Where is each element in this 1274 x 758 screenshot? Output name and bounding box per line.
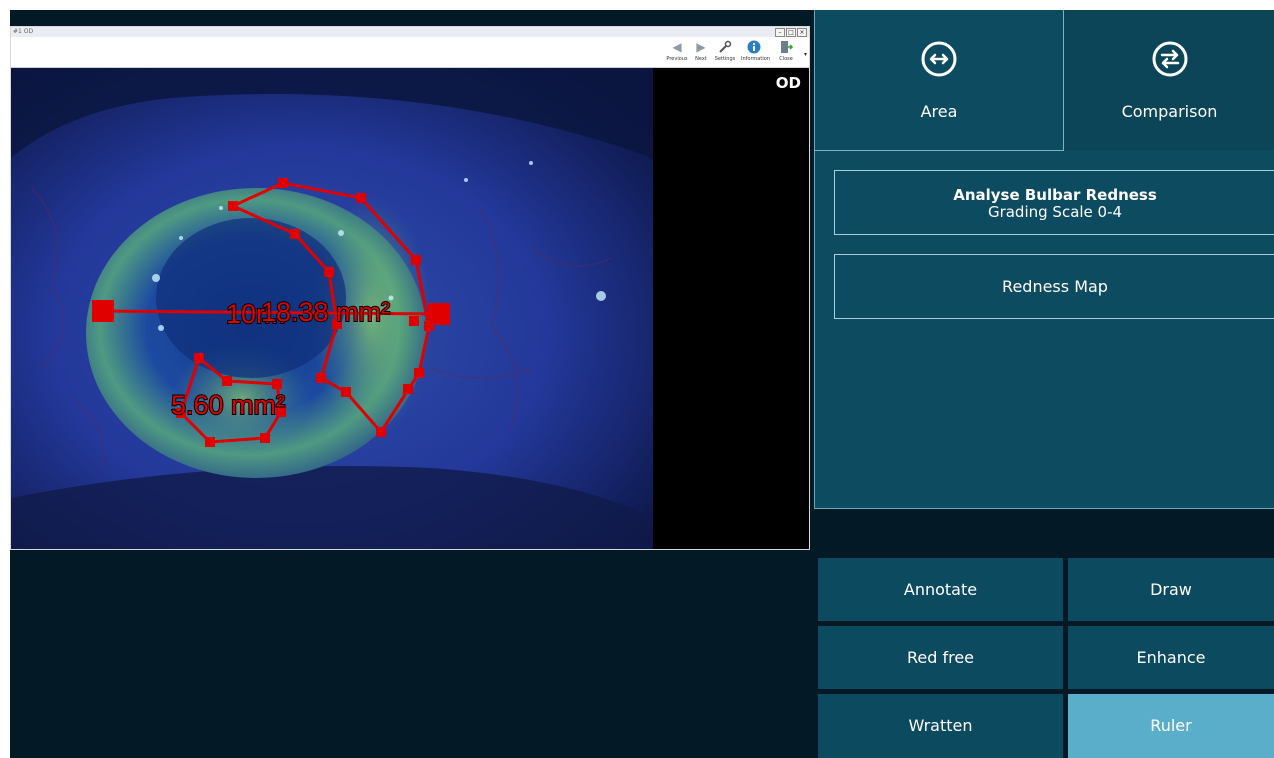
previous-label: Previous xyxy=(666,56,688,62)
area-large-label: 18.38 mm² xyxy=(261,297,390,327)
settings-label: Settings xyxy=(714,56,736,62)
image-canvas[interactable]: 10r... 18.38 mm² 5.60 mm² OD xyxy=(11,68,809,549)
information-label: Information xyxy=(741,56,770,62)
next-button[interactable]: ▶ Next xyxy=(688,39,714,63)
close-label: Close xyxy=(779,56,793,62)
viewer-titlebar: #1 OD – □ × xyxy=(11,27,809,37)
enhance-button[interactable]: Enhance xyxy=(1068,626,1274,689)
red-free-button[interactable]: Red free xyxy=(818,626,1063,689)
tab-area[interactable]: Area xyxy=(815,10,1064,151)
maximize-button[interactable]: □ xyxy=(786,28,796,37)
viewer-toolbar: ◀ Previous ▶ Next Settings Information C… xyxy=(11,37,809,68)
close-window-button[interactable]: × xyxy=(797,28,807,37)
left-arrow-icon: ◀ xyxy=(672,40,682,54)
minimize-button[interactable]: – xyxy=(775,28,785,37)
window-controls: – □ × xyxy=(775,28,807,37)
eye-side-label: OD xyxy=(775,74,801,92)
redness-map-button[interactable]: Redness Map xyxy=(834,254,1274,319)
analyse-title: Analyse Bulbar Redness xyxy=(953,186,1157,204)
image-viewer-window: #1 OD – □ × ◀ Previous ▶ Next Settings I… xyxy=(10,26,810,550)
area-small-label: 5.60 mm² xyxy=(171,390,285,420)
settings-button[interactable]: Settings xyxy=(712,39,738,63)
analyse-subtitle: Grading Scale 0-4 xyxy=(987,203,1123,221)
info-icon xyxy=(741,39,767,55)
viewer-title: #1 OD xyxy=(13,28,34,35)
information-button[interactable]: Information xyxy=(741,39,770,63)
wrench-icon xyxy=(712,39,738,55)
tab-area-label: Area xyxy=(920,102,958,121)
previous-button[interactable]: ◀ Previous xyxy=(664,39,690,63)
horizontal-arrows-icon xyxy=(921,41,957,77)
app-window: #1 OD – □ × ◀ Previous ▶ Next Settings I… xyxy=(10,10,1274,758)
draw-button[interactable]: Draw xyxy=(1068,558,1274,621)
wratten-button[interactable]: Wratten xyxy=(818,694,1063,758)
toolbar-overflow-dropdown[interactable]: ▾ xyxy=(804,51,807,58)
annotate-button[interactable]: Annotate xyxy=(818,558,1063,621)
exit-icon xyxy=(773,39,799,55)
right-arrow-icon: ▶ xyxy=(696,40,706,54)
tab-comparison[interactable]: Comparison xyxy=(1064,10,1274,150)
analysis-panel: Area Comparison Analyse Bulbar Redness G… xyxy=(814,10,1274,509)
analyse-bulbar-redness-button[interactable]: Analyse Bulbar Redness Grading Scale 0-4 xyxy=(834,170,1274,235)
ruler-button[interactable]: Ruler xyxy=(1068,694,1274,758)
tab-comparison-label: Comparison xyxy=(1121,102,1218,121)
next-label: Next xyxy=(695,56,707,62)
swap-arrows-icon xyxy=(1152,41,1187,77)
eye-photo: 10r... 18.38 mm² 5.60 mm² xyxy=(11,68,653,549)
close-button[interactable]: Close xyxy=(773,39,799,63)
